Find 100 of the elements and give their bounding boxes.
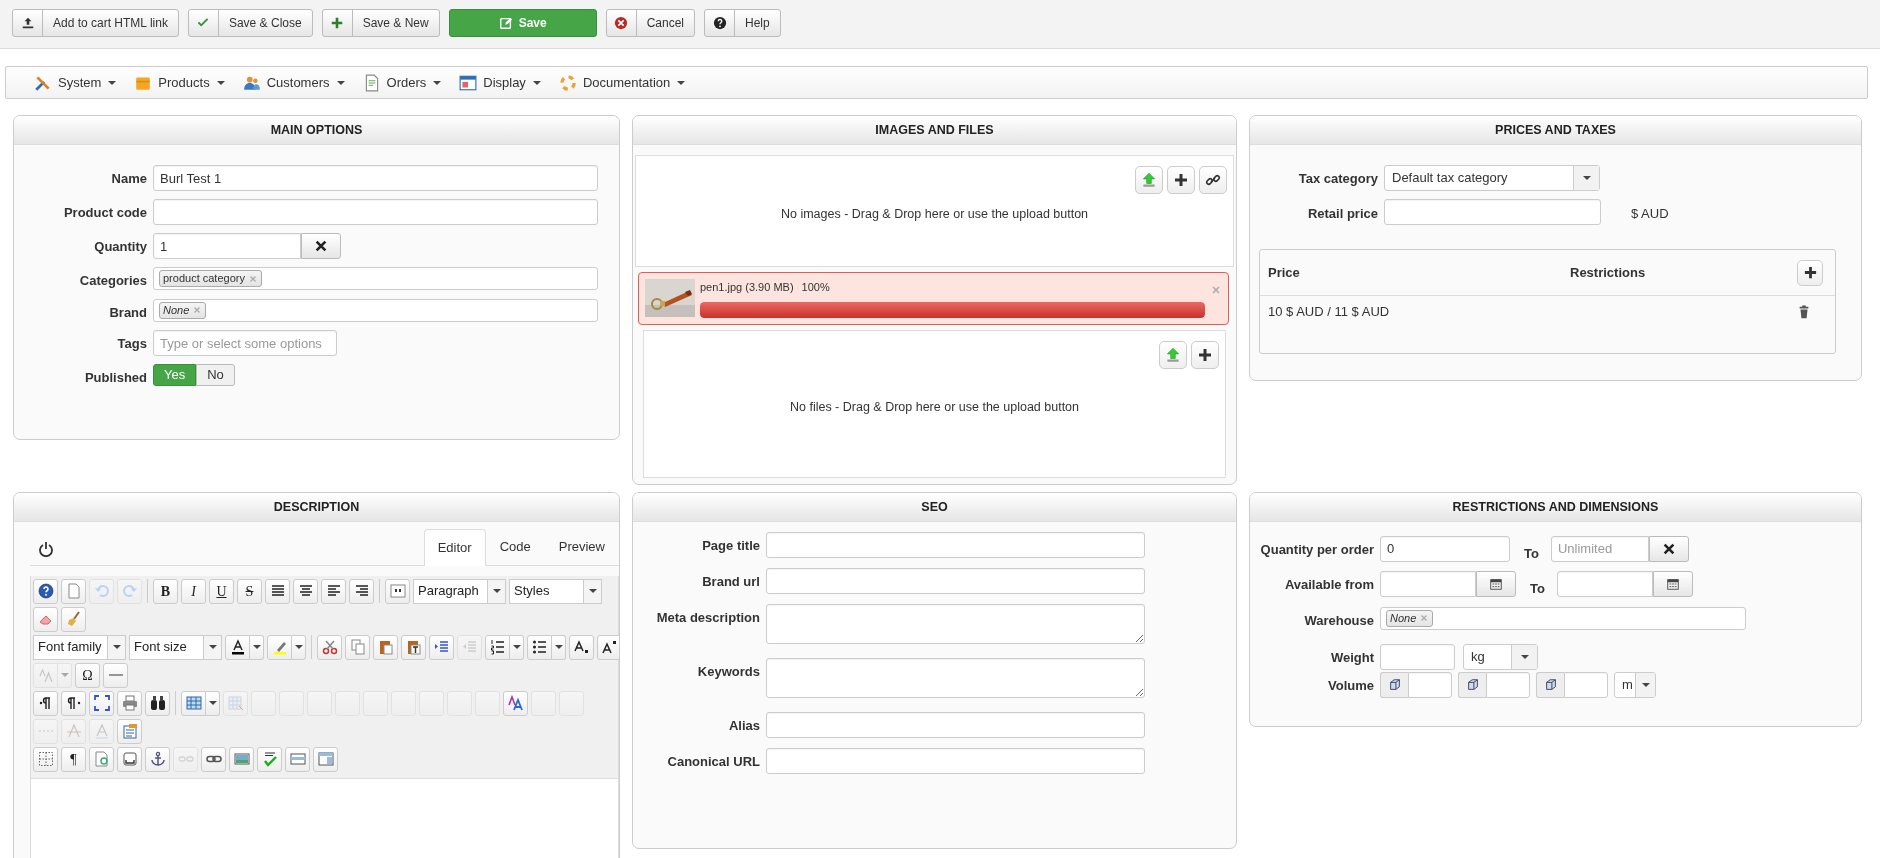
menu-item[interactable]: Orders: [362, 72, 442, 93]
align-center-icon: [297, 583, 314, 599]
editor-button[interactable]: Ω: [75, 662, 100, 688]
toolbar-button[interactable]: Cancel: [605, 9, 696, 37]
tag[interactable]: product category: [159, 270, 262, 287]
dropdown-button[interactable]: [510, 634, 524, 660]
text-field[interactable]: [766, 711, 1145, 738]
unit-select[interactable]: kg: [1463, 644, 1538, 670]
quantity-field[interactable]: 0: [1380, 535, 1510, 562]
text-field[interactable]: [766, 567, 1145, 594]
drop-zone[interactable]: No images - Drag & Drop here or use the upload button: [635, 155, 1234, 267]
editor-button[interactable]: B: [153, 578, 178, 604]
menu-item[interactable]: System: [34, 72, 117, 93]
editor-button[interactable]: I: [181, 578, 206, 604]
editor-tab[interactable]: Code: [485, 528, 545, 565]
indent-icon: [433, 639, 450, 655]
date-field[interactable]: [1380, 571, 1476, 597]
field-label: Keywords: [696, 662, 760, 681]
editor-button[interactable]: [321, 578, 346, 604]
power-icon[interactable]: [38, 540, 54, 557]
trash-icon[interactable]: [1797, 304, 1811, 319]
bullet-list-icon: [531, 639, 548, 655]
dimension-field[interactable]: [1486, 672, 1530, 698]
editor-tab[interactable]: Editor: [423, 528, 486, 566]
editor-select[interactable]: Font family: [33, 634, 126, 660]
editor-button[interactable]: [569, 634, 594, 660]
weight-field[interactable]: [1380, 644, 1455, 670]
toolbar-button[interactable]: Add to cart HTML link: [12, 9, 179, 37]
dropdown-button[interactable]: [292, 634, 306, 660]
add-button[interactable]: [1191, 340, 1219, 369]
dropdown-button[interactable]: [552, 634, 566, 660]
editor-button[interactable]: [61, 690, 86, 716]
text-field[interactable]: [153, 199, 598, 225]
editor-button[interactable]: U: [209, 578, 234, 604]
menu-item[interactable]: Customers: [242, 72, 345, 93]
editor-button[interactable]: [527, 634, 552, 660]
clear-button[interactable]: [1648, 535, 1689, 562]
editor-button[interactable]: [597, 634, 619, 660]
dimension-field[interactable]: [1408, 672, 1452, 698]
add-button[interactable]: [1167, 166, 1195, 194]
date-field[interactable]: [1556, 571, 1653, 597]
editor-button[interactable]: [145, 690, 170, 716]
fullscreen-icon: [93, 695, 110, 711]
dropdown-button[interactable]: [250, 634, 264, 660]
toolbar-button[interactable]: Help: [704, 9, 781, 37]
menu-item[interactable]: Display: [459, 72, 541, 93]
editor-button[interactable]: [225, 634, 250, 660]
text-field[interactable]: [766, 747, 1145, 774]
close-icon: [314, 239, 328, 253]
editor-button[interactable]: [33, 690, 58, 716]
text-field[interactable]: [766, 531, 1145, 558]
toggle-option[interactable]: No: [196, 364, 235, 386]
drop-zone[interactable]: No files - Drag & Drop here or use the upload button: [643, 329, 1226, 478]
tag-field[interactable]: None: [153, 298, 598, 322]
tag[interactable]: None: [159, 301, 207, 319]
editor-button[interactable]: [145, 746, 170, 772]
dimension-field[interactable]: [1564, 672, 1608, 698]
field-label: Retail price: [1306, 205, 1378, 224]
clear-button[interactable]: [301, 233, 341, 259]
editor-select[interactable]: Styles: [509, 578, 602, 604]
editor-button[interactable]: [265, 578, 290, 604]
calendar-button[interactable]: [1476, 571, 1516, 597]
link-button[interactable]: [1199, 166, 1227, 194]
tags-field[interactable]: Type or select some options: [153, 330, 337, 356]
editor-button[interactable]: [33, 578, 58, 604]
quantity-field[interactable]: 1: [153, 233, 301, 259]
text-area[interactable]: [766, 657, 1145, 698]
menu-item[interactable]: Products: [134, 72, 225, 93]
editor-button[interactable]: [485, 634, 510, 660]
toolbar-button[interactable]: Save & Close: [187, 9, 313, 37]
calendar-button[interactable]: [1652, 571, 1693, 597]
field-label: Canonical URL: [666, 752, 760, 771]
tag-field[interactable]: None: [1380, 606, 1746, 630]
quantity-field[interactable]: Unlimited: [1550, 535, 1649, 562]
tag-field[interactable]: product category: [153, 267, 598, 290]
editor-button[interactable]: [293, 578, 318, 604]
tag[interactable]: None: [1386, 609, 1434, 627]
editor-button[interactable]: [201, 746, 226, 772]
caret-icon: [209, 645, 217, 649]
menu-item[interactable]: Documentation: [558, 72, 686, 93]
add-price-button[interactable]: [1797, 259, 1823, 286]
undo-icon: [93, 583, 110, 599]
editor-button[interactable]: [89, 690, 114, 716]
toolbar-button[interactable]: Save & New: [321, 9, 440, 37]
unit-select[interactable]: m: [1614, 672, 1656, 698]
dropdown-button[interactable]: [206, 690, 220, 716]
editor-tab[interactable]: Preview: [544, 528, 619, 565]
tax-category-select[interactable]: Default tax category: [1384, 165, 1600, 191]
retail-price-field[interactable]: [1384, 199, 1601, 225]
editor-button[interactable]: S: [237, 578, 262, 604]
visual-aid-icon: [37, 751, 54, 767]
text-field[interactable]: Burl Test 1: [153, 165, 598, 191]
editor-select[interactable]: Paragraph: [413, 578, 506, 604]
editor-button[interactable]: [349, 578, 374, 604]
editor-button[interactable]: ¶: [61, 746, 86, 772]
editor-select[interactable]: Font size: [129, 634, 222, 660]
text-area[interactable]: [766, 603, 1145, 644]
caret-icon: [532, 80, 541, 85]
panel-title: SEO: [633, 492, 1236, 522]
close-icon[interactable]: [1210, 283, 1222, 296]
